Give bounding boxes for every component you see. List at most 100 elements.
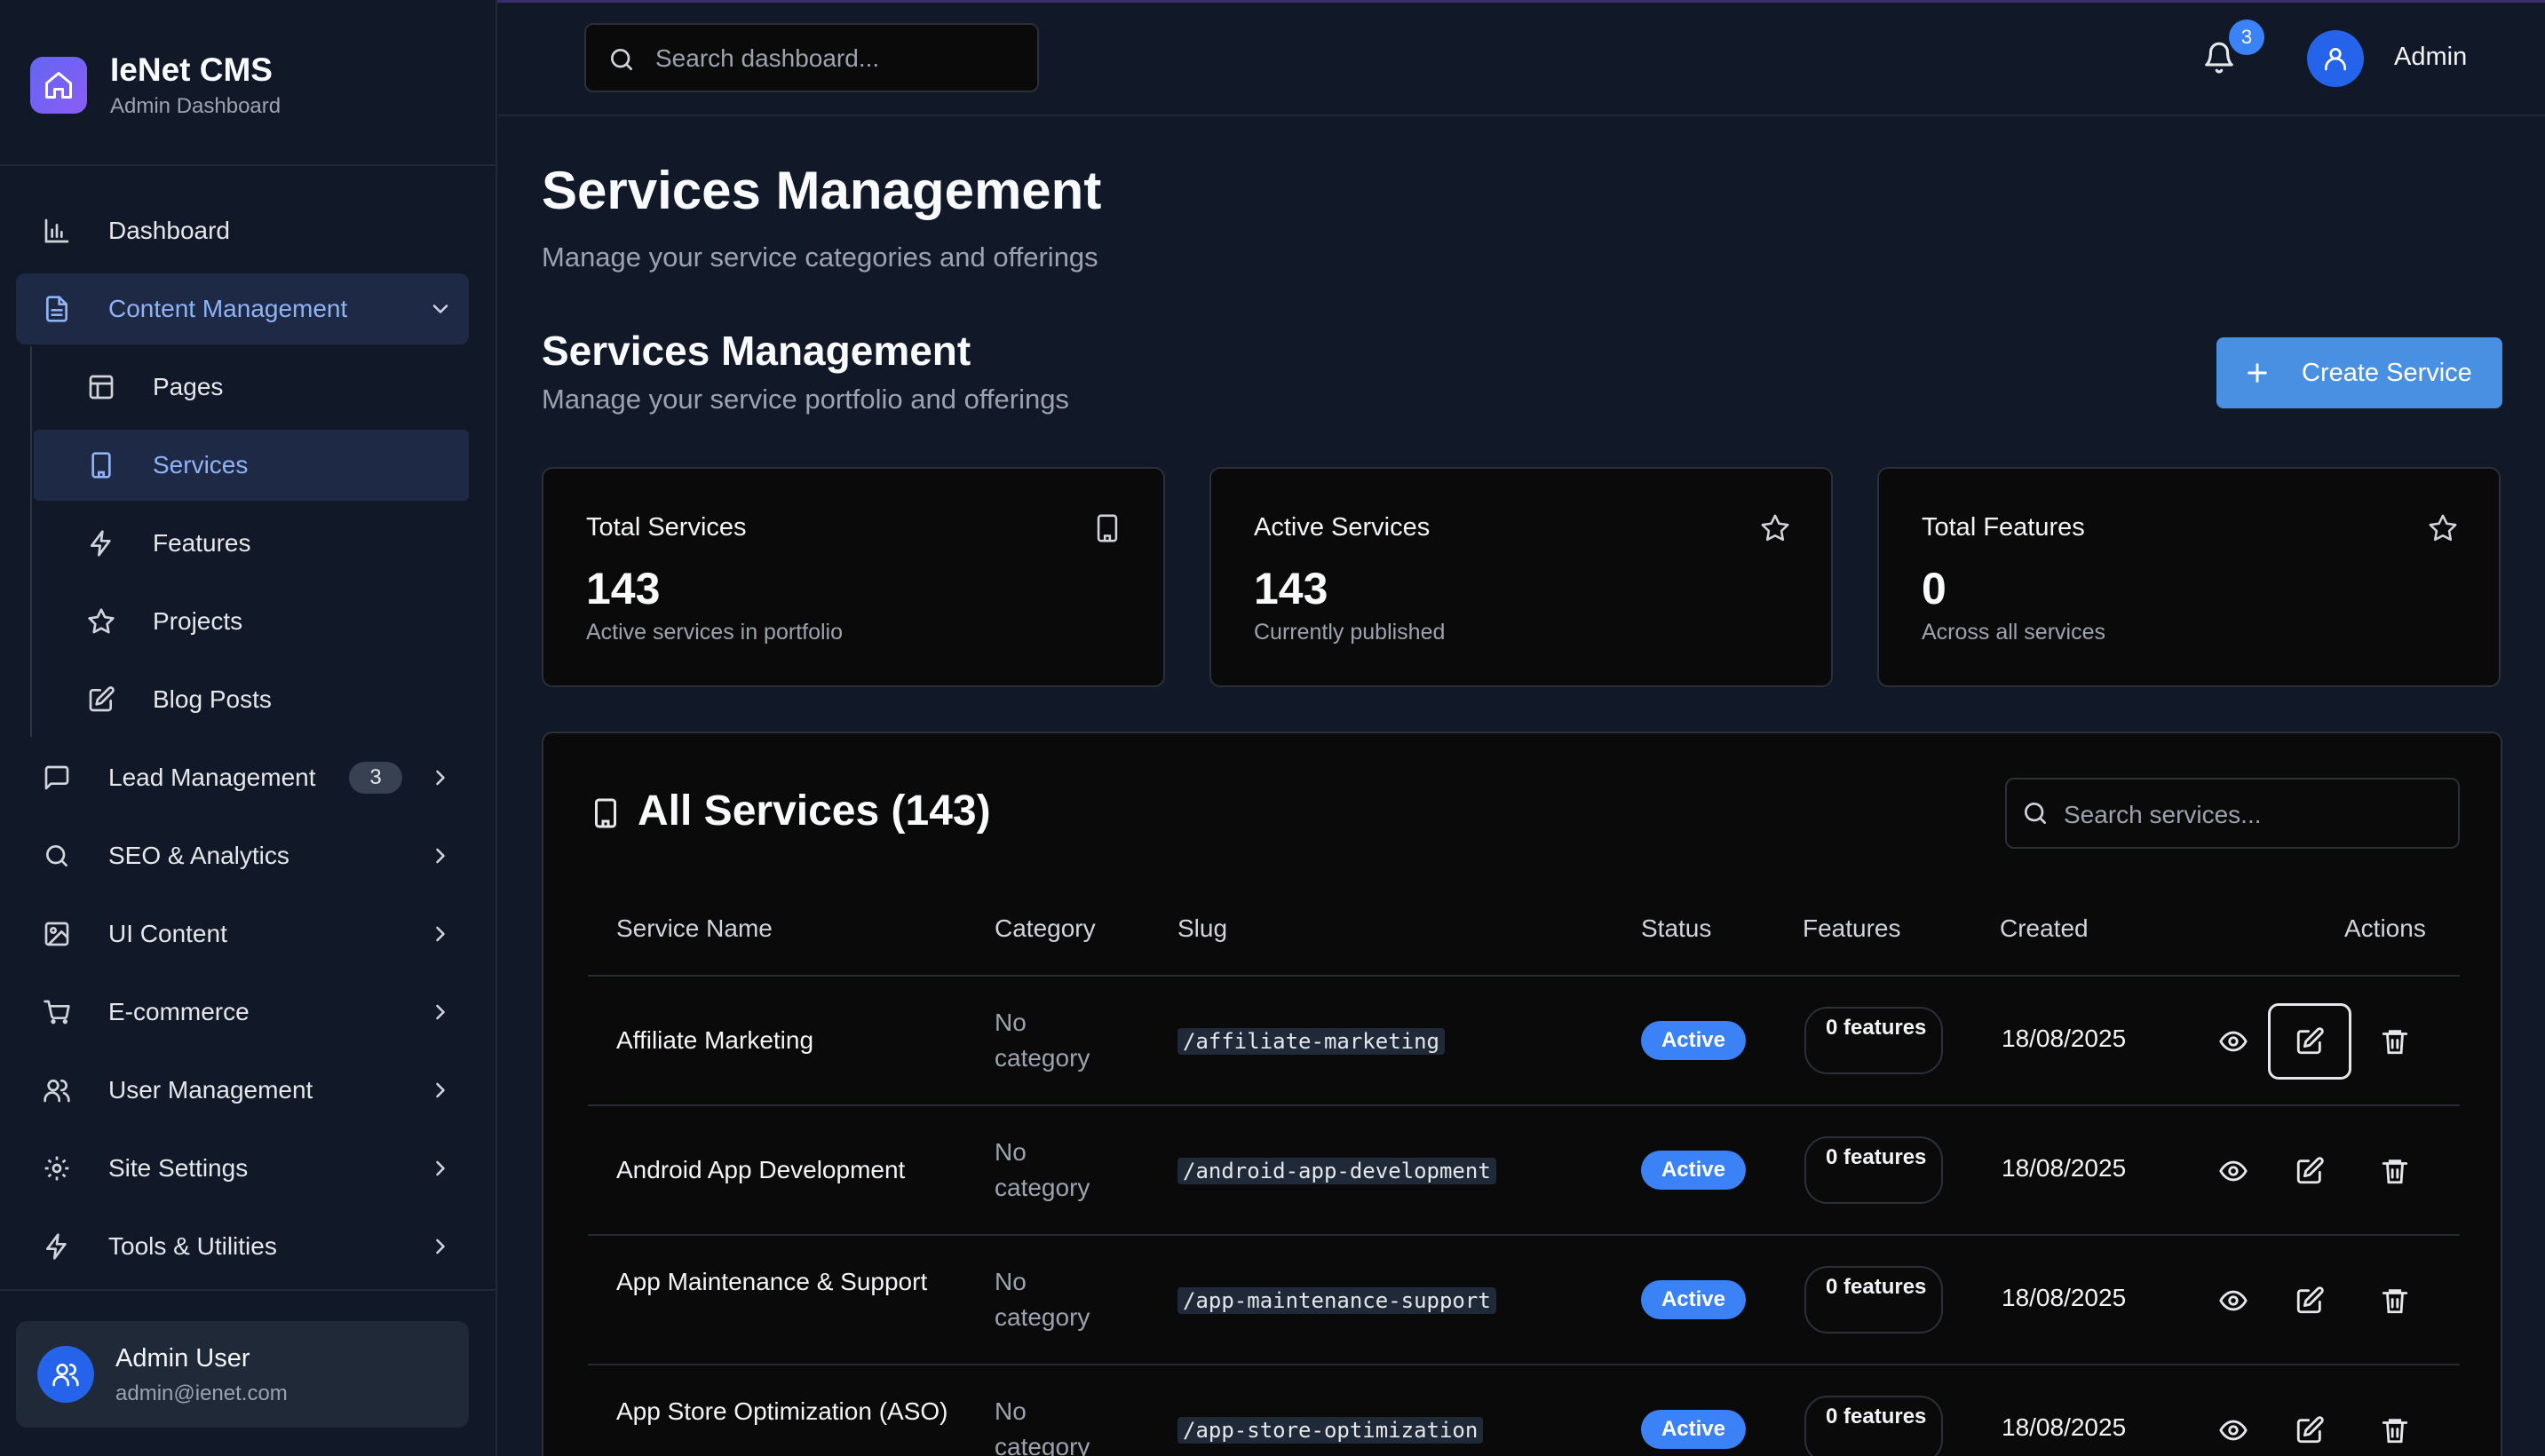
sidebar-item-dashboard[interactable]: Dashboard (16, 195, 469, 266)
search-input[interactable] (2064, 797, 2437, 833)
star-icon (1760, 513, 1790, 543)
trash-icon[interactable] (2380, 1026, 2410, 1056)
sidebar-item-label: Lead Management (108, 764, 316, 791)
search-icon (2021, 799, 2049, 827)
sidebar-item-label: E-commerce (108, 998, 250, 1025)
page-title: Services Management (542, 161, 1102, 220)
sidebar-item-label: SEO & Analytics (108, 842, 289, 869)
eye-icon[interactable] (2218, 1286, 2248, 1316)
sidebar-item-blog-posts[interactable]: Blog Posts (34, 664, 469, 735)
table-row[interactable]: App Store Optimization (ASO) No category… (588, 1365, 2460, 1456)
create-service-label: Create Service (2302, 359, 2472, 387)
features-badge: 0 features (1804, 1136, 1943, 1204)
edit-icon[interactable] (2295, 1156, 2325, 1186)
section-title: Services Management (542, 328, 971, 374)
stat-description: Across all services (1922, 620, 2105, 645)
services-search[interactable] (2005, 778, 2460, 849)
sidebar-item-label: Tools & Utilities (108, 1232, 277, 1260)
bolt-icon (43, 1232, 71, 1261)
trash-icon[interactable] (2380, 1156, 2410, 1186)
status-badge: Active (1641, 1280, 1746, 1319)
status-badge: Active (1641, 1021, 1746, 1060)
chevron-right-icon (428, 1000, 453, 1025)
column-header[interactable]: Service Name (616, 914, 773, 943)
cart-icon (43, 998, 71, 1026)
avatar[interactable] (2307, 30, 2364, 87)
edit-icon[interactable] (2295, 1415, 2325, 1445)
image-icon (43, 920, 71, 948)
service-slug: /app-store-optimization (1177, 1417, 1484, 1444)
eye-icon[interactable] (2218, 1156, 2248, 1186)
service-category: No category (995, 1268, 1090, 1331)
stat-title: Total Features (1922, 513, 2085, 542)
brand[interactable]: IeNet CMS Admin Dashboard (30, 51, 281, 119)
sidebar-item-label: Site Settings (108, 1154, 249, 1182)
sidebar-item-tools-utilities[interactable]: Tools & Utilities (16, 1211, 469, 1282)
admin-label[interactable]: Admin (2394, 43, 2467, 72)
user-card[interactable]: Admin User admin@ienet.com (16, 1321, 469, 1428)
sidebar-item-user-management[interactable]: User Management (16, 1055, 469, 1126)
trash-icon[interactable] (2380, 1286, 2410, 1316)
page-subtitle: Manage your service categories and offer… (542, 241, 1098, 273)
service-slug: /android-app-development (1177, 1158, 1496, 1184)
stat-value: 143 (586, 564, 661, 613)
chevron-right-icon (428, 1234, 453, 1259)
sidebar-item-content-management[interactable]: Content Management (16, 273, 469, 344)
edit-icon[interactable] (2295, 1026, 2325, 1056)
eye-icon[interactable] (2218, 1026, 2248, 1056)
sidebar-item-services[interactable]: Services (34, 430, 469, 501)
table-row[interactable]: App Maintenance & Support No category /a… (588, 1236, 2460, 1365)
chevron-right-icon (428, 843, 453, 868)
sidebar-item-features[interactable]: Features (34, 508, 469, 579)
star-icon (2428, 513, 2458, 543)
edit-icon[interactable] (2295, 1286, 2325, 1316)
building-icon (590, 795, 622, 831)
sidebar-item-lead-management[interactable]: Lead Management 3 (16, 742, 469, 813)
chevron-right-icon (428, 765, 453, 790)
stat-card-total-features: Total Features 0 Across all services (1877, 467, 2501, 687)
sidebar-item-pages[interactable]: Pages (34, 352, 469, 423)
sidebar-item-label: Features (153, 529, 251, 557)
sidebar-item-site-settings[interactable]: Site Settings (16, 1133, 469, 1204)
chevron-right-icon (428, 1078, 453, 1103)
service-name: Affiliate Marketing (616, 1026, 814, 1054)
eye-icon[interactable] (2218, 1415, 2248, 1445)
stat-description: Active services in portfolio (586, 620, 844, 645)
sidebar-item-ui-content[interactable]: UI Content (16, 898, 469, 969)
sidebar-item-label: Dashboard (108, 217, 230, 244)
column-header[interactable]: Created (2000, 914, 2089, 943)
column-header[interactable]: Slug (1177, 914, 1227, 943)
trash-icon[interactable] (2380, 1415, 2410, 1445)
sidebar-item-projects[interactable]: Projects (34, 586, 469, 657)
app-subtitle: Admin Dashboard (110, 94, 281, 118)
stat-value: 0 (1922, 564, 1946, 613)
notification-badge: 3 (2229, 20, 2264, 55)
stat-card-active-services: Active Services 143 Currently published (1209, 467, 1833, 687)
document-icon (43, 295, 71, 323)
search-input[interactable] (655, 41, 1019, 76)
column-header[interactable]: Status (1641, 914, 1711, 943)
sidebar-item-label: Services (153, 451, 249, 479)
sidebar-item-ecommerce[interactable]: E-commerce (16, 977, 469, 1048)
table-row[interactable]: Android App Development No category /and… (588, 1106, 2460, 1236)
bolt-icon (87, 529, 115, 558)
dashboard-search[interactable] (584, 23, 1039, 92)
submenu-rail (30, 346, 32, 737)
column-header[interactable]: Features (1803, 914, 1901, 943)
sidebar-item-seo-analytics[interactable]: SEO & Analytics (16, 820, 469, 891)
stat-title: Active Services (1254, 513, 1431, 542)
service-slug: /app-maintenance-support (1177, 1287, 1496, 1314)
features-badge: 0 features (1804, 1266, 1943, 1333)
user-name: Admin User (115, 1344, 250, 1373)
create-service-button[interactable]: Create Service (2216, 337, 2502, 408)
status-badge: Active (1641, 1151, 1746, 1190)
table-row[interactable]: Affiliate Marketing No category /affilia… (588, 977, 2460, 1106)
column-header[interactable]: Category (995, 914, 1096, 943)
created-date: 18/08/2025 (2002, 1284, 2127, 1311)
building-icon (87, 451, 115, 479)
service-category: No category (995, 1138, 1090, 1201)
features-badge: 0 features (1804, 1007, 1943, 1074)
services-table-card: All Services (143) Service Name Category… (542, 732, 2502, 1456)
sidebar-item-label: UI Content (108, 920, 227, 947)
service-slug: /affiliate-marketing (1177, 1028, 1445, 1055)
